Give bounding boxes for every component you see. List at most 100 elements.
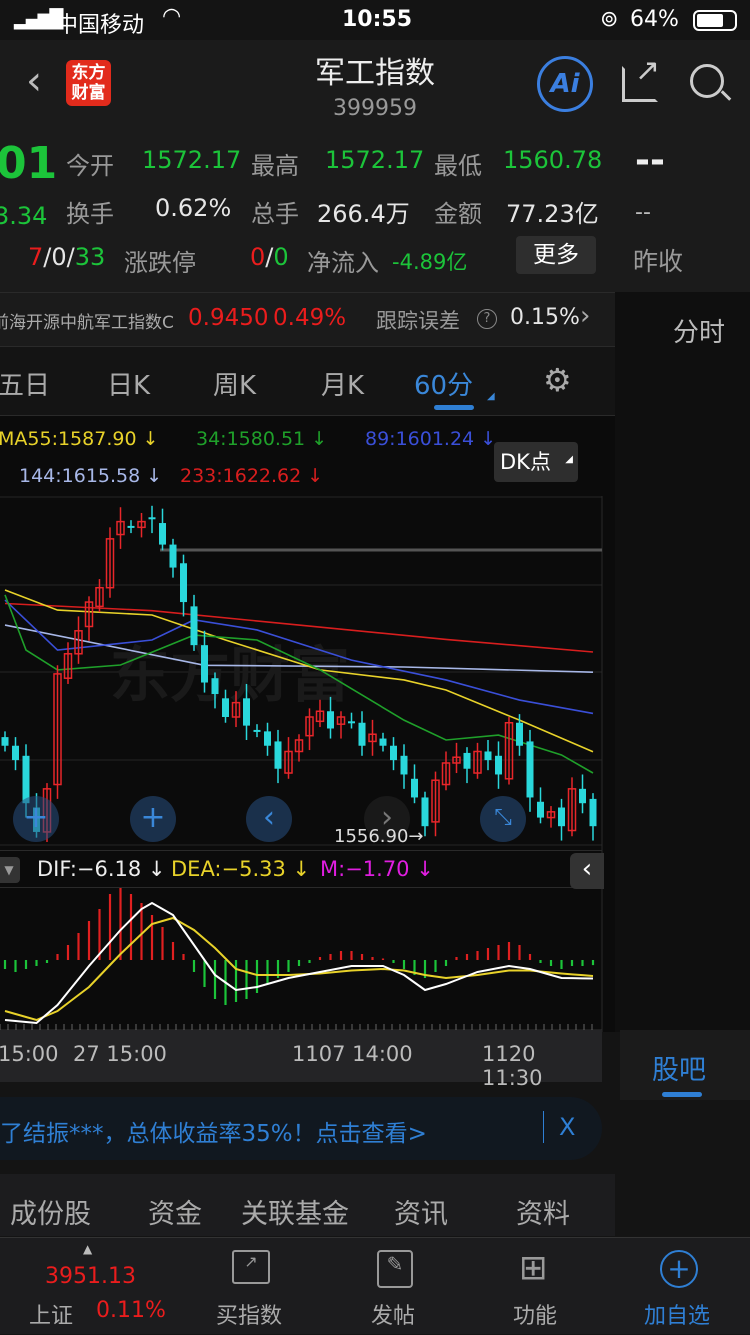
- shanghai-index-ticker[interactable]: ▲ 3951.13 上证 0.11%: [0, 1238, 180, 1335]
- right-quote-panel: -- -- 昨收: [615, 130, 750, 292]
- functions-button[interactable]: ⊞ 功能: [487, 1238, 587, 1335]
- candle-body: [274, 741, 282, 769]
- candle-body: [379, 738, 387, 746]
- indicator-dropdown-icon[interactable]: ▼: [0, 857, 20, 883]
- close-icon[interactable]: X: [559, 1113, 575, 1141]
- tab-profile[interactable]: 资料: [516, 1192, 570, 1231]
- time-axis: 15:00 27 15:00 1107 14:00 1120 11:30: [0, 1030, 602, 1090]
- promo-banner[interactable]: 了结振***，总体收益率35%！点击查看> X: [0, 1097, 602, 1160]
- wifi-icon: ◠: [162, 4, 182, 29]
- right-top-value: --: [635, 140, 665, 181]
- ma55-label: MA55:1587.90 ↓: [0, 428, 159, 450]
- candle-body: [148, 517, 156, 520]
- tab-60min[interactable]: 60分: [414, 365, 473, 402]
- candle-body: [201, 645, 208, 683]
- candle-body: [411, 778, 418, 798]
- netflow-label: 净流入: [307, 249, 379, 277]
- candle-body: [421, 797, 429, 827]
- collapse-panel-button[interactable]: ‹: [570, 853, 604, 889]
- kline-chart[interactable]: 东方财富 + + ‹ › ⤡ 1556.90→ ▼ DIF:−6.18 ↓ DE…: [0, 496, 615, 1032]
- kline-svg: 东方财富: [0, 496, 603, 1032]
- candle-body: [180, 563, 187, 603]
- candle-body: [127, 525, 135, 528]
- x-tick-label: 15:00: [0, 1042, 59, 1066]
- add-label: 加自选: [644, 1304, 711, 1329]
- candle-body: [12, 745, 19, 761]
- grid-apps-icon: ⊞: [519, 1248, 548, 1288]
- func-label: 功能: [513, 1304, 558, 1329]
- tab-constituents[interactable]: 成份股: [10, 1192, 91, 1231]
- post-button[interactable]: ✎ 发帖: [345, 1238, 445, 1335]
- turnover-value: 0.62%: [155, 194, 232, 222]
- tracking-value: 0.15%: [510, 305, 580, 330]
- candle-body: [348, 721, 355, 724]
- fullscreen-button[interactable]: ⤡: [480, 796, 526, 842]
- ma233-label: 233:1622.62 ↓: [180, 465, 324, 487]
- help-icon[interactable]: ?: [477, 309, 497, 329]
- low-price-marker: 1556.90→: [334, 826, 424, 847]
- tab-daily[interactable]: 日K: [107, 365, 150, 402]
- chevron-right-icon: ›: [580, 301, 591, 331]
- settings-gear-icon[interactable]: ⚙: [543, 361, 572, 399]
- buy-index-button[interactable]: ↗ 买指数: [200, 1238, 300, 1335]
- x-tick-label: 27 15:00: [73, 1042, 167, 1066]
- post-label: 发帖: [371, 1304, 416, 1329]
- search-icon[interactable]: [690, 64, 732, 101]
- scroll-left-button[interactable]: ‹: [246, 796, 292, 842]
- intraday-tab[interactable]: 分时: [673, 312, 725, 349]
- up-triangle-icon: ▲: [83, 1242, 93, 1256]
- share-icon[interactable]: ↗: [622, 53, 660, 102]
- clock: 10:55: [342, 7, 413, 32]
- trend-chart-icon: ↗: [232, 1250, 270, 1284]
- add-watchlist-button[interactable]: + 加自选: [630, 1238, 730, 1335]
- candle-body: [358, 722, 366, 746]
- netflow-value: -4.89亿: [392, 250, 468, 274]
- candle-body: [589, 798, 597, 827]
- more-button[interactable]: 更多: [516, 236, 596, 274]
- watermark-logo: 东方财富: [110, 641, 350, 711]
- candle-body: [400, 755, 408, 775]
- tab-monthly[interactable]: 月K: [321, 365, 364, 402]
- candle-body: [243, 698, 250, 726]
- crosshair-button[interactable]: +: [13, 796, 59, 842]
- ma89-label: 89:1601.24 ↓: [365, 428, 497, 450]
- tab-related-funds[interactable]: 关联基金: [241, 1192, 349, 1231]
- plus-circle-icon: +: [660, 1250, 698, 1288]
- guba-tab[interactable]: 股吧: [620, 1030, 750, 1100]
- candle-body: [390, 745, 397, 761]
- amount-label: 金额: [434, 200, 482, 228]
- right-mid-value: --: [635, 200, 651, 225]
- breadth: 7/0/33: [28, 243, 106, 271]
- tab-weekly[interactable]: 周K: [213, 365, 256, 402]
- dea-line: [4, 916, 594, 1022]
- dk-point-button[interactable]: DK点 ◢: [494, 442, 578, 482]
- tracking-label: 跟踪误差: [376, 309, 460, 333]
- related-fund-row[interactable]: 前海开源中航军工指数C 0.9450 0.49% 跟踪误差 ? 0.15% ›: [0, 292, 615, 346]
- fund-name: 前海开源中航军工指数C: [0, 313, 174, 333]
- volume-label: 总手: [251, 200, 299, 228]
- candle-body: [526, 741, 534, 798]
- dif-label: DIF:−6.18 ↓: [37, 857, 166, 881]
- high-label: 最高: [251, 152, 299, 180]
- rotation-lock-icon: ⊚: [600, 7, 619, 32]
- open-label: 今开: [66, 152, 114, 180]
- status-bar: ▂▄▆█ 中国移动 ◠ 10:55 ⊚ 64%: [0, 0, 750, 40]
- ma34-label: 34:1580.51 ↓: [196, 428, 328, 450]
- fund-change: 0.49%: [273, 305, 347, 331]
- bottom-toolbar: ▲ 3951.13 上证 0.11% ↗ 买指数 ✎ 发帖 ⊞ 功能 + 加自选: [0, 1237, 750, 1334]
- macd-legend: ▼ DIF:−6.18 ↓ DEA:−5.33 ↓ M:−1.70 ↓ ‹: [0, 850, 604, 889]
- ai-button[interactable]: Ai: [537, 56, 593, 112]
- fund-nav: 0.9450: [188, 305, 269, 331]
- zoom-in-button[interactable]: +: [130, 796, 176, 842]
- tab-news[interactable]: 资讯: [394, 1192, 448, 1231]
- last-price: 01: [0, 138, 58, 189]
- side-panel: 分时 股吧: [615, 292, 750, 1100]
- carrier: 中国移动: [56, 13, 145, 38]
- low-value: 1560.78: [503, 146, 603, 174]
- info-tabs: 成份股 资金 关联基金 资讯 资料: [0, 1174, 615, 1236]
- candle-body: [159, 523, 166, 545]
- tab-funds-flow[interactable]: 资金: [148, 1192, 202, 1231]
- tab-five-day[interactable]: 五日: [0, 365, 50, 402]
- candle-body: [1, 737, 9, 746]
- buy-label: 买指数: [216, 1304, 283, 1329]
